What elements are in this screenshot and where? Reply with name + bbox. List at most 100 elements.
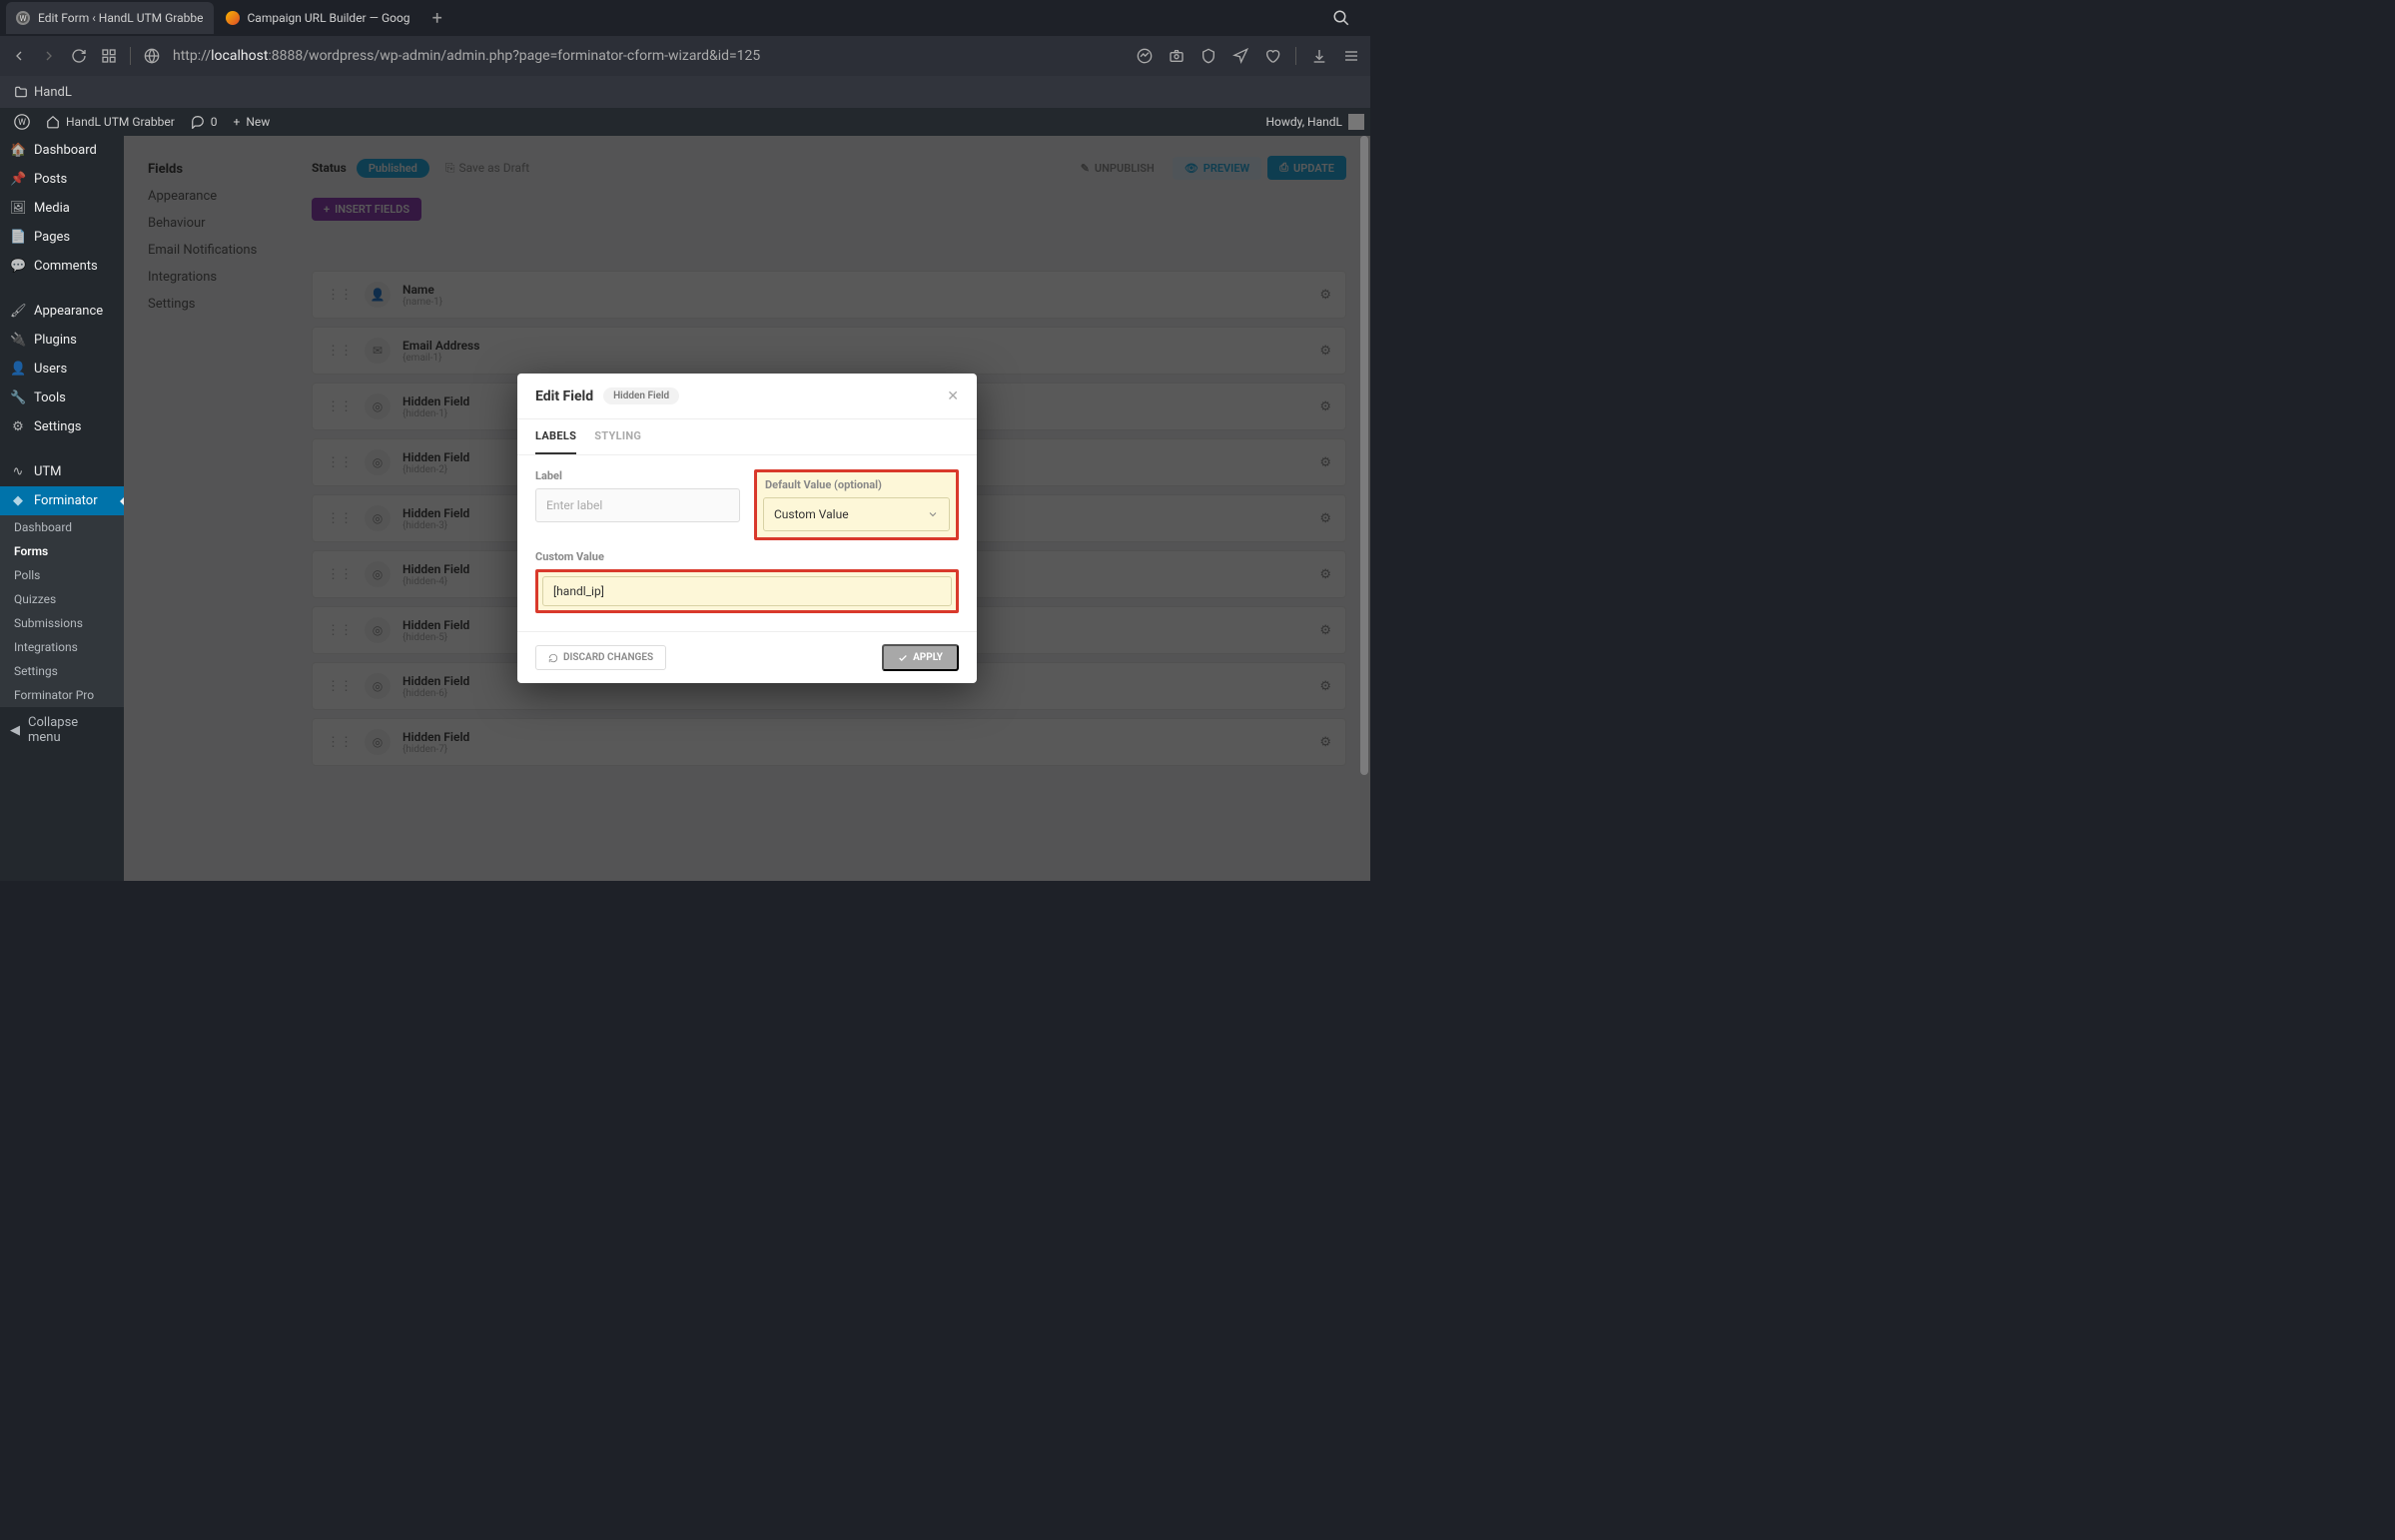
custom-value-input[interactable]: [542, 576, 952, 606]
check-icon: [898, 653, 908, 663]
menu-item-users[interactable]: 👤 Users: [0, 355, 124, 384]
menu-icon[interactable]: [1342, 47, 1360, 65]
menu-item-dashboard[interactable]: 🏠 Dashboard: [0, 136, 124, 165]
tab-styling[interactable]: STYLING: [594, 429, 641, 454]
address-bar: http://localhost:8888/wordpress/wp-admin…: [0, 36, 1370, 76]
menu-item-posts[interactable]: 📌Posts: [0, 165, 124, 194]
wp-logo[interactable]: W: [6, 108, 38, 136]
menu-label: Dashboard: [34, 143, 97, 158]
svg-text:W: W: [19, 14, 26, 23]
wordpress-favicon: W: [16, 11, 30, 25]
collapse-icon: ◀: [10, 723, 20, 738]
menu-label: Users: [34, 362, 67, 377]
menu-item-tools[interactable]: 🔧 Tools: [0, 384, 124, 412]
menu-label: Comments: [34, 259, 98, 274]
modal-title: Edit Field: [535, 388, 593, 404]
scrollbar[interactable]: [1360, 136, 1368, 881]
browser-search-icon[interactable]: [1318, 9, 1364, 27]
url-field[interactable]: http://localhost:8888/wordpress/wp-admin…: [173, 48, 1124, 64]
menu-icon: 🖼: [10, 201, 26, 216]
wp-admin-bar: W HandL UTM Grabber 0 + New Howdy, HandL: [0, 108, 1370, 136]
menu-item-comments[interactable]: 💬Comments: [0, 252, 124, 281]
send-icon[interactable]: [1231, 47, 1249, 65]
browser-tab-bar: W Edit Form ‹ HandL UTM Grabbe Campaign …: [0, 0, 1370, 36]
submenu-item-settings[interactable]: Settings: [0, 659, 124, 683]
comments-link[interactable]: 0: [183, 108, 226, 136]
chevron-down-icon: [927, 508, 939, 520]
scrollbar-thumb[interactable]: [1360, 136, 1368, 775]
howdy-label[interactable]: Howdy, HandL: [1265, 115, 1342, 129]
download-icon[interactable]: [1310, 47, 1328, 65]
menu-icon: ⚙: [10, 419, 26, 434]
discard-label: DISCARD CHANGES: [563, 652, 653, 663]
messenger-icon[interactable]: [1136, 47, 1154, 65]
menu-icon: 🔧: [10, 390, 26, 405]
menu-item-appearance[interactable]: 🖌 Appearance: [0, 297, 124, 326]
default-value-label: Default Value (optional): [759, 474, 954, 491]
bookmark-label: HandL: [34, 85, 72, 100]
tab-labels[interactable]: LABELS: [535, 429, 576, 454]
browser-tab-title: Edit Form ‹ HandL UTM Grabbe: [38, 11, 204, 25]
label-field-label: Label: [535, 469, 740, 482]
menu-label: Forminator: [34, 493, 98, 508]
menu-label: Tools: [34, 390, 66, 405]
menu-icon: 🏠: [10, 143, 26, 158]
url-path: :8888/wordpress/wp-admin/admin.php?page=…: [268, 48, 760, 64]
avatar[interactable]: [1348, 114, 1364, 130]
label-input[interactable]: [535, 488, 740, 522]
snapshot-icon[interactable]: [1168, 47, 1186, 65]
shield-icon[interactable]: [1199, 47, 1217, 65]
submenu-item-quizzes[interactable]: Quizzes: [0, 587, 124, 611]
default-value-select[interactable]: Custom Value: [763, 497, 950, 531]
menu-icon: 📄: [10, 230, 26, 245]
comments-count: 0: [211, 115, 218, 129]
browser-tab-title: Campaign URL Builder — Goog: [248, 11, 410, 25]
submenu-item-forms[interactable]: Forms: [0, 539, 124, 563]
new-tab-button[interactable]: +: [422, 8, 452, 29]
collapse-menu[interactable]: ◀ Collapse menu: [0, 707, 124, 753]
back-button[interactable]: [10, 47, 28, 65]
forward-button[interactable]: [40, 47, 58, 65]
apply-button[interactable]: APPLY: [882, 644, 959, 671]
browser-tab[interactable]: Campaign URL Builder — Goog: [216, 2, 420, 34]
submenu-item-forminator-pro[interactable]: Forminator Pro: [0, 683, 124, 707]
menu-item-media[interactable]: 🖼 Media: [0, 194, 124, 223]
default-value-highlight: Default Value (optional) Custom Value: [754, 469, 959, 540]
heart-icon[interactable]: [1263, 47, 1281, 65]
site-name[interactable]: HandL UTM Grabber: [38, 108, 183, 136]
svg-text:W: W: [18, 118, 26, 128]
menu-label: Settings: [34, 419, 81, 434]
submenu-item-submissions[interactable]: Submissions: [0, 611, 124, 635]
close-button[interactable]: ✕: [947, 388, 959, 404]
menu-label: Media: [34, 201, 70, 216]
default-value-selected: Custom Value: [774, 507, 849, 521]
comment-icon: [191, 115, 205, 129]
site-info-icon[interactable]: [143, 47, 161, 65]
edit-field-modal: Edit Field Hidden Field ✕ LABELS STYLING…: [517, 374, 977, 683]
bookmark-item[interactable]: HandL: [14, 85, 72, 100]
menu-item-plugins[interactable]: 🔌 Plugins: [0, 326, 124, 355]
submenu-item-integrations[interactable]: Integrations: [0, 635, 124, 659]
refresh-icon: [548, 653, 558, 663]
menu-icon: 🖌: [10, 304, 26, 319]
reload-button[interactable]: [70, 47, 88, 65]
menu-item-settings[interactable]: ⚙ Settings: [0, 412, 124, 441]
discard-button[interactable]: DISCARD CHANGES: [535, 645, 666, 670]
new-content[interactable]: + New: [226, 108, 279, 136]
url-protocol: http://: [173, 48, 211, 64]
menu-icon: 👤: [10, 362, 26, 377]
speed-dial-icon[interactable]: [100, 47, 118, 65]
submenu-item-dashboard[interactable]: Dashboard: [0, 515, 124, 539]
menu-icon: 🔌: [10, 333, 26, 348]
menu-label: Appearance: [34, 304, 103, 319]
new-label: New: [246, 115, 270, 129]
menu-item-forminator[interactable]: ◆Forminator: [0, 486, 124, 515]
submenu-item-polls[interactable]: Polls: [0, 563, 124, 587]
bookmark-bar: HandL: [0, 76, 1370, 108]
menu-label: Plugins: [34, 333, 77, 348]
collapse-label: Collapse menu: [28, 715, 114, 745]
site-name-label: HandL UTM Grabber: [66, 115, 175, 129]
browser-tab-active[interactable]: W Edit Form ‹ HandL UTM Grabbe: [6, 2, 214, 34]
menu-item-pages[interactable]: 📄Pages: [0, 223, 124, 252]
menu-item-utm[interactable]: ∿UTM: [0, 457, 124, 486]
